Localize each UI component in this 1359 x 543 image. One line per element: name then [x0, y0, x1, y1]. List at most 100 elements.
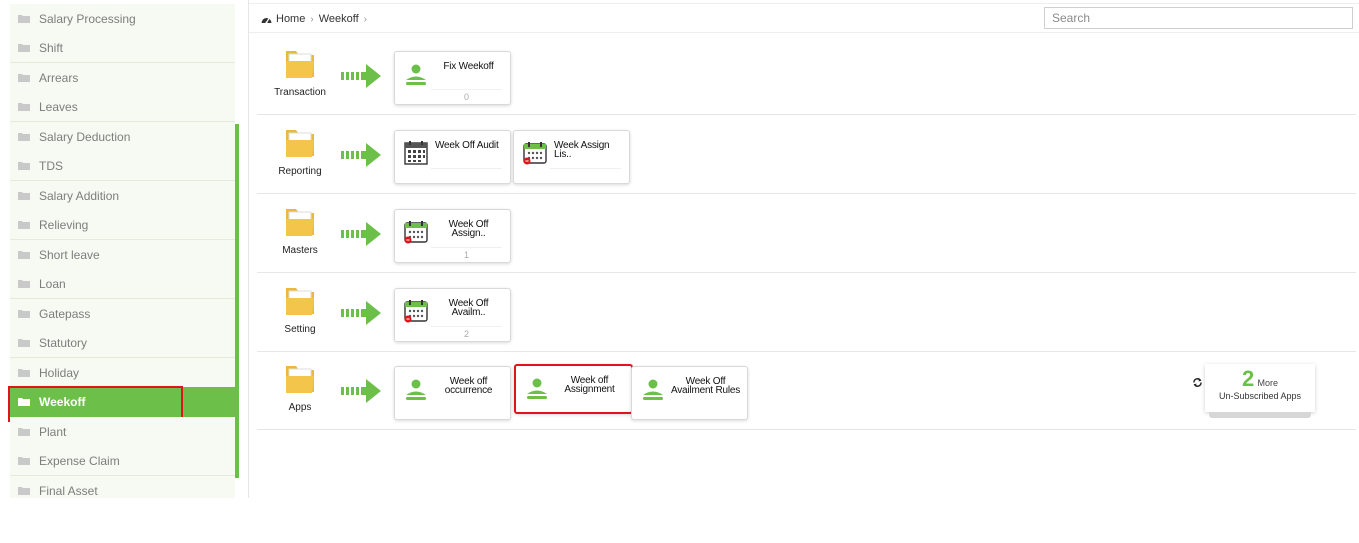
sidebar-item-statutory[interactable]: Statutory [10, 328, 235, 358]
app-card-count: 0 [463, 92, 469, 102]
folder-icon [18, 397, 30, 406]
section-label: Reporting [278, 166, 322, 177]
refresh-icon[interactable] [1192, 377, 1203, 388]
app-card-week-off-assignment[interactable]: Week off Assignment [514, 364, 633, 414]
app-card-week-off-availment[interactable]: Week Off Availm.. 2 [394, 288, 511, 342]
app-card-week-off-audit[interactable]: Week Off Audit [394, 130, 511, 184]
folder-icon [18, 427, 30, 436]
section-row-masters: Masters Week Off Assign.. 1 [257, 195, 1356, 273]
calendar-grid-icon [403, 140, 429, 166]
sidebar-item-label: Plant [39, 424, 67, 439]
sidebar-item-gatepass[interactable]: Gatepass [10, 299, 235, 329]
sidebar-item-plant[interactable]: Plant [10, 417, 235, 447]
folder-icon [283, 47, 317, 81]
arrow-right-icon [341, 142, 385, 168]
folder-icon [18, 338, 30, 347]
search-input[interactable] [1044, 7, 1353, 29]
calendar-icon [522, 140, 548, 166]
chevron-right-icon: › [310, 13, 314, 25]
section-folder[interactable]: Reporting [271, 126, 329, 177]
sidebar: Salary Processing Shift Arrears Leaves S… [0, 0, 249, 498]
app-card-title: Week off Assignment [564, 375, 615, 395]
folder-icon [18, 250, 30, 259]
folder-icon [18, 456, 30, 465]
app-card-week-off-availment-rules[interactable]: Week Off Availment Rules [631, 366, 748, 420]
sidebar-item-label: Shift [39, 40, 64, 55]
user-icon [640, 376, 666, 402]
section-folder[interactable]: Transaction [271, 47, 329, 98]
arrow-right-icon [341, 221, 385, 247]
folder-icon [283, 126, 317, 160]
sidebar-item-tds[interactable]: TDS [10, 151, 235, 181]
sidebar-item-label: Final Asset [39, 483, 98, 498]
top-bar: Home › Weekoff › [249, 3, 1359, 33]
section-row-transaction: Transaction Fix Weekoff 0 [257, 37, 1356, 115]
sidebar-item-salary-processing[interactable]: Salary Processing [10, 4, 235, 34]
app-card-count: 1 [463, 250, 469, 260]
section-label: Setting [284, 324, 316, 335]
app-card-week-off-assign[interactable]: Week Off Assign.. 1 [394, 209, 511, 263]
sidebar-item-leaves[interactable]: Leaves [10, 92, 235, 122]
sidebar-item-label: Leaves [39, 99, 78, 114]
sidebar-item-label: Arrears [39, 70, 79, 85]
folder-icon [18, 43, 30, 52]
sidebar-item-arrears[interactable]: Arrears [10, 63, 235, 93]
app-card-title: Week Off Availm.. [448, 298, 489, 318]
sidebar-item-shift[interactable]: Shift [10, 33, 235, 63]
section-row-setting: Setting Week Off Availm.. 2 [257, 274, 1356, 352]
app-card-title: Week off occurrence [444, 376, 493, 396]
sidebar-item-label: Salary Processing [39, 11, 136, 26]
sidebar-scroll-indicator[interactable] [235, 124, 239, 478]
calendar-icon [403, 219, 429, 245]
section-row-reporting: Reporting Week Off Audit Week Assign Lis… [257, 116, 1356, 194]
calendar-icon [403, 298, 429, 324]
sidebar-item-label: Salary Addition [39, 188, 120, 203]
folder-icon [18, 102, 30, 111]
app-card-title: Week Off Assign.. [448, 219, 489, 239]
app-card-title: Fix Weekoff [443, 61, 494, 72]
sidebar-item-holiday[interactable]: Holiday [10, 358, 235, 388]
app-card-fix-weekoff[interactable]: Fix Weekoff 0 [394, 51, 511, 105]
section-label: Transaction [274, 87, 326, 98]
section-row-apps: Apps Week off occurrence Week off Assignme… [257, 352, 1356, 430]
sidebar-item-label: TDS [39, 158, 63, 173]
app-card-week-assign-list[interactable]: Week Assign Lis.. [513, 130, 630, 184]
sidebar-item-loan[interactable]: Loan [10, 269, 235, 299]
app-card-count: 2 [463, 329, 469, 339]
folder-icon [283, 362, 317, 396]
sidebar-item-label: Statutory [39, 335, 88, 350]
folder-icon [283, 284, 317, 318]
sidebar-item-label: Salary Deduction [39, 129, 131, 144]
sidebar-item-label: Short leave [39, 247, 100, 262]
user-icon [403, 61, 429, 87]
arrow-right-icon [341, 63, 385, 89]
section-folder[interactable]: Masters [271, 205, 329, 256]
unsubscribed-apps-card[interactable]: 2 More Un-Subscribed Apps [1205, 364, 1315, 418]
sidebar-item-weekoff[interactable]: Weekoff [8, 386, 239, 422]
sidebar-item-salary-addition[interactable]: Salary Addition [10, 181, 235, 211]
app-card-week-off-occurrence[interactable]: Week off occurrence [394, 366, 511, 420]
app-card-title: Week Off Availment Rules [670, 376, 741, 396]
section-folder[interactable]: Apps [271, 362, 329, 413]
folder-icon [18, 486, 30, 495]
breadcrumb-current[interactable]: Weekoff [319, 13, 359, 25]
folder-icon [18, 191, 30, 200]
app-card-title: Week Off Audit [435, 140, 499, 151]
more-label: More [1257, 378, 1279, 388]
breadcrumb-home-link[interactable]: Home [276, 13, 305, 25]
dashboard-icon [261, 14, 272, 24]
sidebar-item-label: Relieving [39, 217, 89, 232]
sidebar-item-expense-claim[interactable]: Expense Claim [10, 446, 235, 476]
folder-icon [18, 14, 30, 23]
sidebar-item-label: Holiday [39, 365, 80, 380]
sidebar-item-final-asset[interactable]: Final Asset [10, 476, 235, 498]
section-label: Masters [282, 245, 318, 256]
unsubscribed-apps-label: Un-Subscribed Apps [1218, 391, 1302, 401]
sidebar-item-short-leave[interactable]: Short leave [10, 240, 235, 270]
sidebar-item-relieving[interactable]: Relieving [10, 210, 235, 240]
folder-icon [18, 132, 30, 141]
section-folder[interactable]: Setting [271, 284, 329, 335]
section-label: Apps [288, 402, 312, 413]
folder-icon [18, 309, 30, 318]
sidebar-item-salary-deduction[interactable]: Salary Deduction [10, 122, 235, 152]
